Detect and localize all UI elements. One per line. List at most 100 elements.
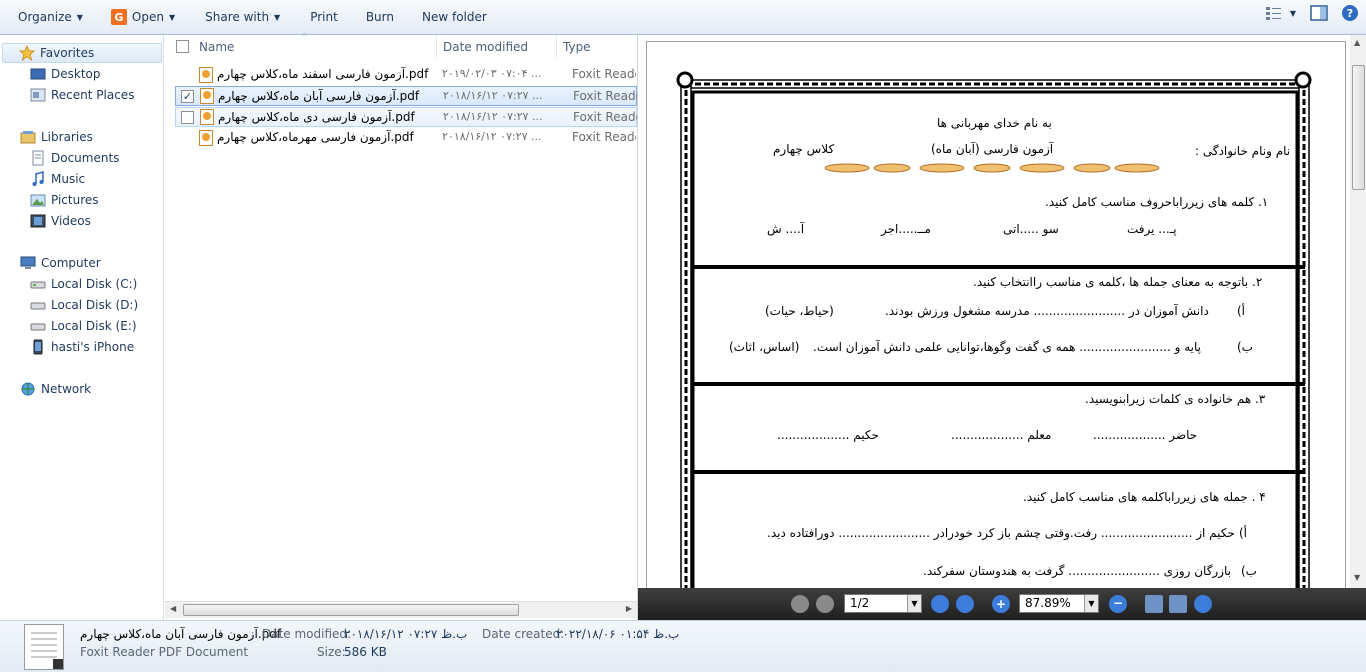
nav-favorites[interactable]: Favorites (2, 43, 162, 63)
nav-computer[interactable]: Computer (20, 253, 101, 273)
row-checkbox[interactable]: ✓ (181, 90, 194, 103)
chevron-down-icon[interactable]: ▼ (907, 595, 921, 612)
nav-local-disk-e-label: Local Disk (E:) (51, 319, 137, 333)
file-date: ۲۰۱۸/۱۶/۱۲ ۰۷:۲۷ ... (443, 110, 543, 123)
details-date-modified: ۲۰۱۸/۱۶/۱۲ ب.ظ ۰۷:۲۷ (344, 627, 468, 641)
file-type: Foxit Reader PDF (572, 67, 636, 81)
scroll-thumb[interactable] (1352, 65, 1365, 190)
share-with-button[interactable]: Share with ▼ (198, 5, 287, 29)
nav-recent-places[interactable]: Recent Places (30, 85, 134, 105)
file-type: Foxit Reader PDF (572, 130, 636, 144)
zoom-in-icon[interactable]: + (992, 595, 1010, 613)
file-date: ۲۰۱۹/۰۲/۰۳ ۰۷:۰۴ ... (442, 67, 542, 80)
horizontal-scrollbar[interactable]: ◀ ▶ (165, 601, 637, 618)
column-header-name[interactable]: Name ^ (165, 32, 437, 59)
file-row[interactable]: آزمون فارسی مهرماه،کلاس چهارم.pdf ۲۰۱۸/۱… (175, 128, 637, 148)
doc-q1-word: مــ.....اجر (881, 222, 931, 236)
nav-documents[interactable]: Documents (30, 148, 119, 168)
scroll-right-arrow-icon[interactable]: ▶ (626, 604, 632, 613)
drive-icon (30, 318, 46, 334)
scroll-up-arrow-icon[interactable]: ▲ (1354, 38, 1360, 47)
file-date: ۲۰۱۸/۱۶/۱۲ ۰۷:۲۷ ... (442, 130, 542, 143)
pdf-toolbar: 1/2 ▼ + 87.89% ▼ − (638, 588, 1366, 620)
vertical-scrollbar[interactable]: ▲ ▼ (1350, 35, 1366, 588)
details-date-created: ۲۰۲۲/۱۸/۰۶ ب.ظ ۰۱:۵۴ (556, 627, 680, 641)
column-type-label: Type (563, 40, 591, 54)
new-folder-button[interactable]: New folder (415, 5, 494, 29)
doc-q2b-label: ب) (1237, 340, 1253, 354)
doc-q4b-text: بازرگان روزی ........................ گر… (923, 564, 1231, 578)
file-thumbnail (24, 624, 64, 670)
nav-network[interactable]: Network (20, 379, 91, 399)
page-number-field[interactable]: 1/2 ▼ (844, 594, 922, 613)
doc-q1-word: آ.... ش (767, 222, 805, 236)
nav-local-disk-e[interactable]: Local Disk (E:) (30, 316, 137, 336)
doc-q1-word: سو .....اتی (1003, 222, 1059, 236)
drive-icon (30, 276, 46, 292)
nav-local-disk-c[interactable]: Local Disk (C:) (30, 274, 137, 294)
pdf-file-icon (200, 109, 214, 125)
nav-pictures[interactable]: Pictures (30, 190, 99, 210)
scroll-down-arrow-icon[interactable]: ▼ (1354, 573, 1360, 582)
sort-arrow-icon: ^ (301, 32, 308, 41)
print-button[interactable]: Print (303, 5, 345, 29)
zoom-value: 87.89% (1025, 596, 1071, 610)
zoom-out-icon[interactable]: − (1109, 595, 1127, 613)
libraries-icon (20, 129, 36, 145)
scroll-thumb[interactable] (183, 604, 519, 616)
computer-icon (20, 255, 36, 271)
details-date-modified-label: Date modified: (262, 627, 352, 641)
nav-videos-label: Videos (51, 214, 91, 228)
nav-iphone[interactable]: hasti's iPhone (30, 337, 134, 357)
next-page-icon[interactable] (931, 595, 949, 613)
last-page-icon[interactable] (956, 595, 974, 613)
nav-videos[interactable]: Videos (30, 211, 91, 231)
doc-question-3: ۳. هم خانواده ی کلمات زیرابنویسید. (1085, 392, 1266, 406)
rotate-icon[interactable] (1194, 595, 1212, 613)
organize-button[interactable]: Organize ▼ (11, 5, 90, 29)
row-checkbox[interactable] (181, 111, 194, 124)
nav-favorites-label: Favorites (40, 46, 95, 60)
foxit-icon: G (110, 9, 127, 25)
column-header-type[interactable]: Type (557, 35, 637, 59)
file-row[interactable]: آزمون فارسی اسفند ماه،کلاس چهارم.pdf ۲۰۱… (175, 65, 637, 85)
file-name: آزمون فارسی اسفند ماه،کلاس چهارم.pdf (217, 67, 429, 81)
first-page-icon[interactable] (791, 595, 809, 613)
nav-iphone-label: hasti's iPhone (51, 340, 135, 354)
chevron-down-icon: ▼ (274, 12, 281, 22)
fit-width-icon[interactable] (1169, 595, 1187, 613)
nav-libraries-label: Libraries (41, 130, 93, 144)
fit-page-icon[interactable] (1145, 595, 1163, 613)
column-name-label: Name (199, 40, 235, 54)
file-row-selected[interactable]: ✓ آزمون فارسی آبان ماه،کلاس چهارم.pdf ۲۰… (175, 86, 637, 106)
recent-places-icon (30, 87, 46, 103)
doc-q3-word: حکیم ................... (777, 428, 879, 442)
file-row[interactable]: آزمون فارسی دی ماه،کلاس چهارم.pdf ۲۰۱۸/۱… (175, 107, 637, 127)
preview-pane-button[interactable] (1310, 5, 1328, 21)
nav-libraries[interactable]: Libraries (20, 127, 93, 147)
nav-pictures-label: Pictures (51, 193, 99, 207)
section-divider (691, 382, 1305, 386)
select-all-checkbox[interactable] (176, 40, 189, 53)
chevron-down-icon: ▼ (1289, 8, 1296, 18)
nav-documents-label: Documents (51, 151, 120, 165)
column-header-date[interactable]: Date modified (437, 35, 557, 59)
doc-exam-title: آزمون فارسی (آبان ماه) (931, 142, 1054, 156)
drive-icon (30, 297, 46, 313)
chevron-down-icon[interactable]: ▼ (1084, 595, 1098, 612)
documents-icon (30, 150, 46, 166)
nav-music[interactable]: Music (30, 169, 85, 189)
nav-desktop[interactable]: Desktop (30, 64, 101, 84)
scroll-left-arrow-icon[interactable]: ◀ (170, 604, 176, 613)
navigation-pane: Favorites Desktop Recent Places Librarie… (0, 35, 164, 620)
open-button[interactable]: G Open ▼ (104, 5, 182, 29)
zoom-field[interactable]: 87.89% ▼ (1019, 594, 1099, 613)
burn-button[interactable]: Burn (359, 5, 401, 29)
nav-local-disk-d[interactable]: Local Disk (D:) (30, 295, 138, 315)
help-icon[interactable]: ? (1342, 5, 1358, 21)
previous-page-icon[interactable] (816, 595, 834, 613)
nav-desktop-label: Desktop (51, 67, 101, 81)
doc-q3-word: حاضر ................... (1093, 428, 1198, 442)
preview-pane-icon (1310, 5, 1328, 21)
change-view-button[interactable]: ▼ (1265, 6, 1296, 20)
